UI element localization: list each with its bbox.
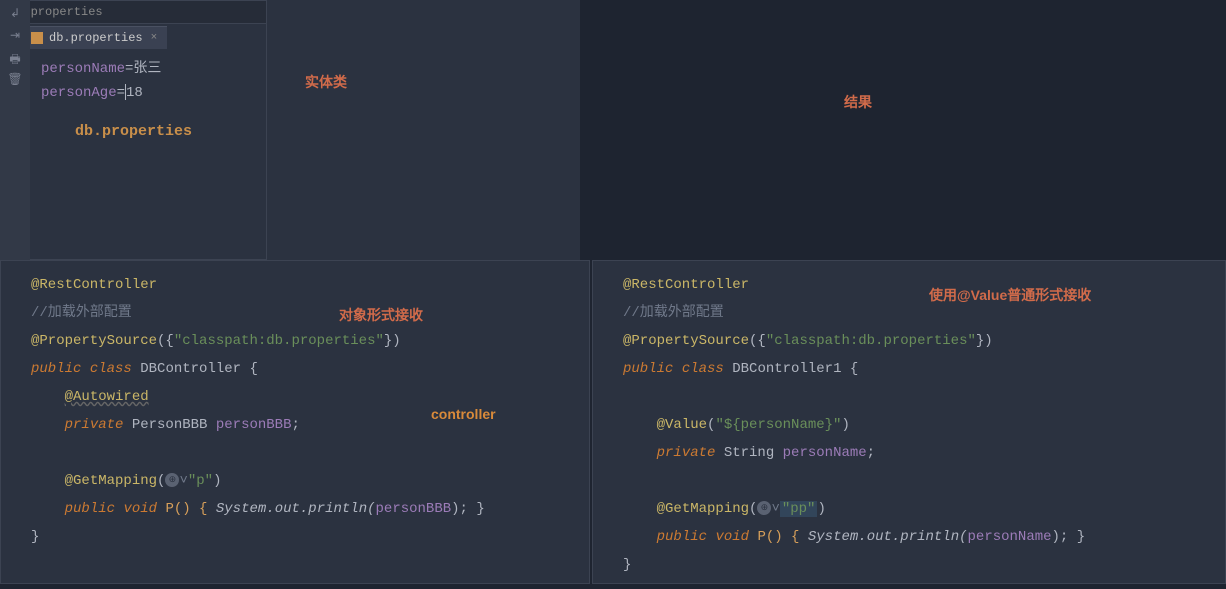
properties-panel: db.properties db.properties × 1 personNa… [0, 0, 267, 260]
code-line [31, 439, 577, 467]
code-area[interactable]: 1 personName=张三 2 personAge=18 [1, 49, 266, 113]
properties-breadcrumb: db.properties [1, 1, 266, 24]
code-line: @GetMapping(⊕˅"pp") [623, 495, 1213, 523]
entity-label: 实体类 [305, 72, 347, 92]
code-line [623, 383, 1213, 411]
globe-icon[interactable]: ⊕ [165, 473, 179, 487]
print-icon[interactable]: 🖶 [7, 50, 23, 64]
trash-icon[interactable]: 🗑 [7, 72, 23, 86]
code-line: //加载外部配置 [623, 299, 1213, 327]
code-line: @PropertySource({"classpath:db.propertie… [623, 327, 1213, 355]
code-line [623, 467, 1213, 495]
code-line: public void P() { System.out.println(per… [31, 495, 577, 523]
code-line: @GetMapping(⊕˅"p") [31, 467, 577, 495]
code-line: 2 personAge=18 [1, 81, 266, 105]
close-icon[interactable]: × [151, 32, 158, 44]
code-line: private String personName; [623, 439, 1213, 467]
code-line: @RestController [31, 271, 577, 299]
code-line: @Value("${personName}") [623, 411, 1213, 439]
code-line: public class DBController1 { [623, 355, 1213, 383]
controller-right-panel: 使用@Value普通形式接收 @RestController //加载外部配置 … [592, 260, 1226, 584]
panel-title: db.properties [1, 113, 266, 150]
code-area[interactable]: @RestController //加载外部配置 @PropertySource… [593, 261, 1225, 589]
code-line: } [623, 551, 1213, 579]
code-line: } [31, 523, 577, 551]
controller-label-1: 对象形式接收 [339, 305, 423, 325]
code-text: personAge=18 [41, 81, 266, 105]
controller-right-label: 使用@Value普通形式接收 [929, 285, 1091, 305]
controller-label-2: controller [431, 406, 496, 422]
wrap-icon[interactable]: ↲ [7, 6, 23, 20]
tab-label: db.properties [49, 31, 143, 45]
code-line: @RestController [623, 271, 1213, 299]
result-label: 结果 [844, 92, 872, 112]
code-text: personName=张三 [41, 57, 266, 81]
code-line: public void P() { System.out.println(per… [623, 523, 1213, 551]
properties-file-icon [31, 32, 43, 44]
code-area[interactable]: @RestController //加载外部配置 @PropertySource… [1, 261, 589, 561]
code-line: @PropertySource({"classpath:db.propertie… [31, 327, 577, 355]
file-tab[interactable]: db.properties × [21, 26, 167, 49]
globe-icon[interactable]: ⊕ [757, 501, 771, 515]
code-line: public class DBController { [31, 355, 577, 383]
scroll-icon[interactable]: ⇥ [7, 28, 23, 42]
code-line: 1 personName=张三 [1, 57, 266, 81]
controller-left-panel: 对象形式接收 controller @RestController //加载外部… [0, 260, 590, 584]
code-line: //加载外部配置 [31, 299, 577, 327]
